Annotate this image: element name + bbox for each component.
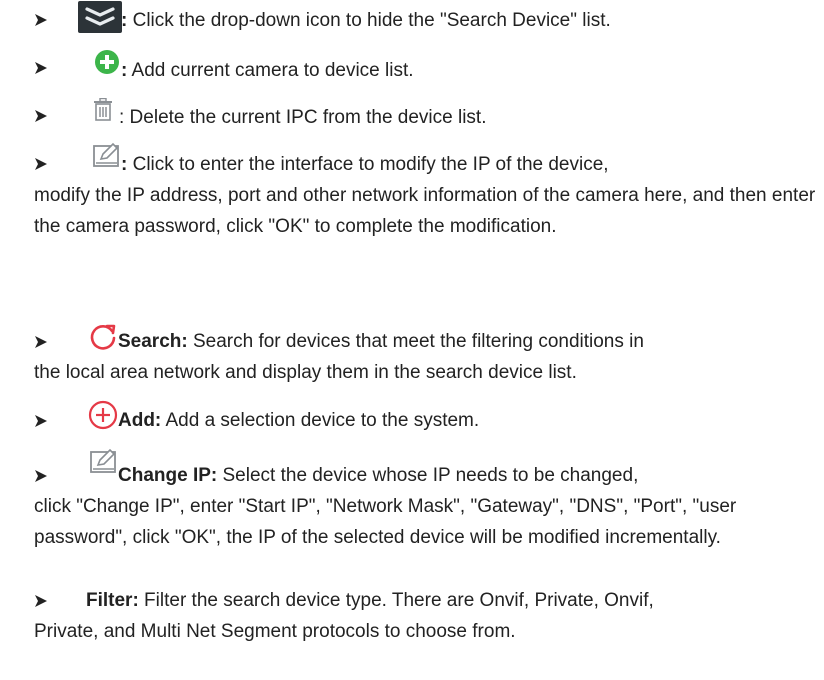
arrow-bullet-icon [34, 157, 48, 171]
red-plus-circle-icon [88, 400, 118, 436]
item-text-continued: Private, and Multi Net Segment protocols… [34, 621, 516, 642]
item-label: Change IP: [118, 465, 218, 486]
arrow-bullet-icon [34, 469, 48, 483]
item-label: Search: [118, 331, 188, 352]
edit-icon [90, 448, 118, 480]
item-text: Add current camera to device list. [127, 60, 414, 81]
item-label: Add: [118, 410, 162, 431]
arrow-bullet-icon [34, 414, 48, 428]
item-text: Click to enter the interface to modify t… [127, 154, 609, 175]
chevron-double-down-icon [78, 1, 122, 39]
item-label: Filter: [86, 590, 139, 611]
item-text: Search for devices that meet the filteri… [187, 331, 644, 352]
item-text-continued: click "Change IP", enter "Start IP", "Ne… [34, 496, 737, 548]
item-text: Add a selection device to the system. [161, 410, 480, 431]
refresh-icon [88, 322, 118, 358]
arrow-bullet-icon [34, 61, 48, 75]
item-text-continued: modify the IP address, port and other ne… [34, 185, 816, 237]
edit-icon [93, 142, 121, 174]
item-text: Filter the search device type. There are… [138, 590, 654, 611]
arrow-bullet-icon [34, 594, 48, 608]
green-plus-circle-icon [94, 49, 120, 81]
item-text: Select the device whose IP needs to be c… [217, 465, 639, 486]
arrow-bullet-icon [34, 335, 48, 349]
arrow-bullet-icon [34, 13, 48, 27]
trash-icon [92, 97, 114, 128]
item-text: Click the drop-down icon to hide the "Se… [127, 10, 611, 31]
item-text-continued: the local area network and display them … [34, 362, 577, 383]
item-text: : Delete the current IPC from the device… [119, 107, 487, 128]
arrow-bullet-icon [34, 109, 48, 123]
